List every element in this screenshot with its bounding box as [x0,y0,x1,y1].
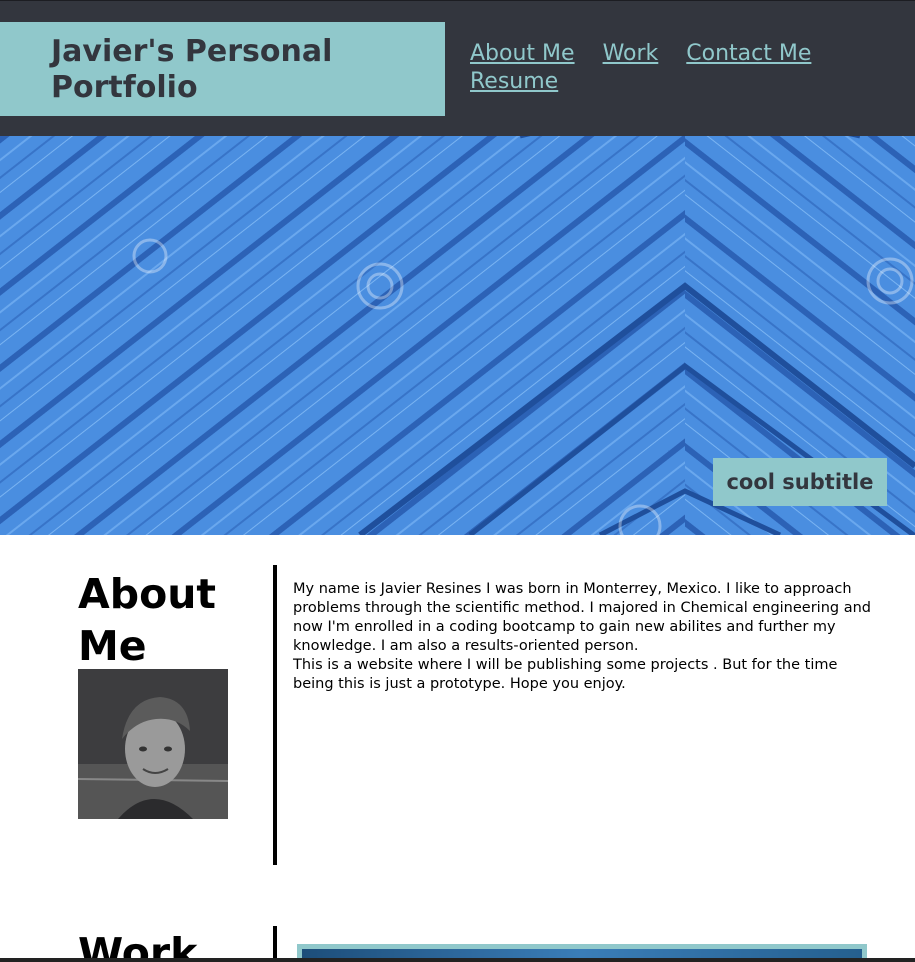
about-paragraph: My name is Javier Resines I was born in … [293,581,871,654]
work-heading: Work [78,929,198,962]
page-bottom-edge [0,958,915,962]
profile-photo [78,669,228,819]
about-divider [273,565,277,865]
nav-link-resume[interactable]: Resume [470,68,558,96]
site-header: Javier's Personal Portfolio About Me Work… [0,0,915,136]
about-heading: About Me [78,570,217,670]
brand-block: Javier's Personal Portfolio [0,22,445,116]
about-text: My name is Javier Resines I was born in … [293,580,873,694]
nav-link-contact-me[interactable]: Contact Me [686,40,811,68]
site-title: Javier's Personal Portfolio [51,34,333,105]
nav-link-about-me[interactable]: About Me [470,40,575,68]
hero-banner: cool subtitle [0,136,915,535]
hero-subtitle-box: cool subtitle [713,458,887,506]
about-paragraph: This is a website where I will be publis… [293,657,838,692]
work-divider [273,926,277,962]
avatar [78,669,228,819]
hero-subtitle: cool subtitle [726,470,874,494]
nav-link-work[interactable]: Work [603,40,659,68]
main-nav: About Me Work Contact Me Resume [470,40,900,96]
